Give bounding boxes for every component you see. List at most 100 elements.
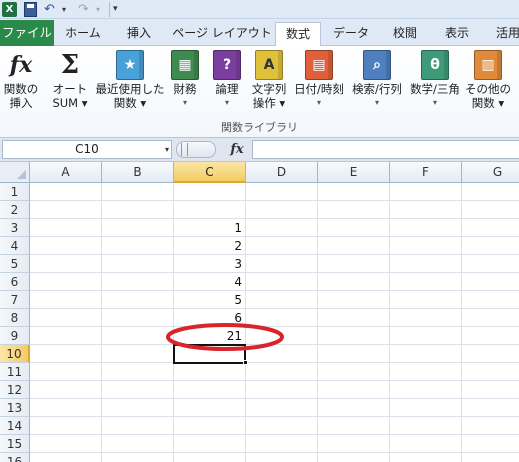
undo-dropdown-icon[interactable]: ▾ xyxy=(62,2,70,17)
formula-bar-resize-handle[interactable] xyxy=(176,141,216,158)
row-header-14[interactable]: 14 xyxy=(0,417,30,435)
row-header-13[interactable]: 13 xyxy=(0,399,30,417)
name-box-value: C10 xyxy=(75,142,99,156)
recently-used-label-2: 関数 ▾ xyxy=(113,96,147,110)
date-time-button[interactable]: ▤ 日付/時刻 ▾ xyxy=(292,50,346,110)
column-header-c[interactable]: C xyxy=(174,162,246,183)
active-cell-border[interactable] xyxy=(173,344,246,364)
cell-c5[interactable]: 3 xyxy=(174,255,246,273)
sigma-icon: Σ xyxy=(60,50,80,80)
more-functions-label-1: その他の xyxy=(465,82,511,96)
row-header-3[interactable]: 3 xyxy=(0,219,30,237)
undo-icon[interactable]: ↶ xyxy=(44,2,58,17)
row-gridline xyxy=(30,308,519,309)
financial-label: 財務 xyxy=(173,82,197,96)
math-trig-label: 数学/三角 xyxy=(410,82,460,96)
row-header-4[interactable]: 4 xyxy=(0,237,30,255)
row-header-16[interactable]: 16 xyxy=(0,453,30,462)
cell-c8[interactable]: 6 xyxy=(174,309,246,327)
row-header-11[interactable]: 11 xyxy=(0,363,30,381)
tab-home[interactable]: ホーム xyxy=(60,22,106,46)
cell-c9[interactable]: 21 xyxy=(174,327,246,345)
row-header-7[interactable]: 7 xyxy=(0,291,30,309)
row-gridline xyxy=(30,254,519,255)
row-header-9[interactable]: 9 xyxy=(0,327,30,345)
column-header-g[interactable]: G xyxy=(462,162,519,183)
name-box-dropdown-icon[interactable]: ▾ xyxy=(165,141,169,158)
theta-book-icon: θ xyxy=(421,50,449,80)
tab-page-layout[interactable]: ページ レイアウト xyxy=(172,22,272,46)
tab-view[interactable]: 表示 xyxy=(436,22,478,46)
recently-used-button[interactable]: ★ 最近使用した 関数 ▾ xyxy=(94,50,166,110)
insert-function-fx-button[interactable]: fx xyxy=(222,141,252,158)
row-gridline xyxy=(30,380,519,381)
row-gridline xyxy=(30,452,519,453)
row-header-6[interactable]: 6 xyxy=(0,273,30,291)
column-gridline xyxy=(317,183,318,462)
more-functions-button[interactable]: ▥ その他の 関数 ▾ xyxy=(464,50,512,110)
tab-review[interactable]: 校閲 xyxy=(384,22,426,46)
autosum-button[interactable]: Σ オート SUM ▾ xyxy=(48,50,92,110)
star-book-icon: ★ xyxy=(116,50,144,80)
cell-c6[interactable]: 4 xyxy=(174,273,246,291)
lookup-reference-label: 検索/行列 xyxy=(352,82,402,96)
text-book-icon: A xyxy=(255,50,283,80)
insert-function-label-1: 関数の xyxy=(3,82,39,96)
text-label-2: 操作 ▾ xyxy=(252,96,286,110)
text-button[interactable]: A 文字列 操作 ▾ xyxy=(247,50,291,110)
column-header-e[interactable]: E xyxy=(318,162,390,183)
tab-insert[interactable]: 挿入 xyxy=(118,22,160,46)
column-header-f[interactable]: F xyxy=(390,162,462,183)
column-header-b[interactable]: B xyxy=(102,162,174,183)
row-header-8[interactable]: 8 xyxy=(0,309,30,327)
row-gridline xyxy=(30,236,519,237)
excel-logo-icon[interactable]: X xyxy=(2,2,17,17)
logical-button[interactable]: ? 論理 ▾ xyxy=(210,50,244,110)
tab-data[interactable]: データ xyxy=(328,22,374,46)
question-book-icon: ? xyxy=(213,50,241,80)
column-header-a[interactable]: A xyxy=(30,162,102,183)
formula-bar: C10 ▾ fx xyxy=(0,138,519,162)
row-header-10[interactable]: 10 xyxy=(0,345,30,363)
tab-utilize[interactable]: 活用 xyxy=(488,22,519,46)
row-gridline xyxy=(30,398,519,399)
cell-c3[interactable]: 1 xyxy=(174,219,246,237)
row-gridline xyxy=(30,416,519,417)
customize-toolbar-icon[interactable]: ▾ xyxy=(113,2,123,17)
column-gridline xyxy=(461,183,462,462)
formula-input[interactable] xyxy=(252,140,519,159)
lookup-reference-dropdown: ▾ xyxy=(374,98,379,107)
toolbar-divider xyxy=(109,2,110,17)
row-gridline xyxy=(30,434,519,435)
row-header-1[interactable]: 1 xyxy=(0,183,30,201)
lookup-reference-button[interactable]: ⌕ 検索/行列 ▾ xyxy=(348,50,406,110)
row-header-15[interactable]: 15 xyxy=(0,435,30,453)
tab-file[interactable]: ファイル xyxy=(0,20,54,46)
name-box[interactable]: C10 ▾ xyxy=(2,140,172,159)
redo-icon[interactable]: ↷ xyxy=(78,2,92,17)
row-header-12[interactable]: 12 xyxy=(0,381,30,399)
function-library-group-label: 関数ライブラリ xyxy=(221,121,298,134)
row-header-5[interactable]: 5 xyxy=(0,255,30,273)
save-icon[interactable] xyxy=(24,2,37,17)
cell-c7[interactable]: 5 xyxy=(174,291,246,309)
redo-dropdown-icon[interactable]: ▾ xyxy=(96,2,104,17)
financial-button[interactable]: ▦ 財務 ▾ xyxy=(168,50,202,110)
tab-formulas[interactable]: 数式 xyxy=(275,22,321,47)
recently-used-label-1: 最近使用した xyxy=(95,82,165,96)
autosum-label-1: オート xyxy=(52,82,88,96)
row-gridline xyxy=(30,218,519,219)
row-gridline xyxy=(30,344,519,345)
fill-handle[interactable] xyxy=(243,360,248,365)
row-header-2[interactable]: 2 xyxy=(0,201,30,219)
select-all-button[interactable] xyxy=(0,162,30,183)
logical-label: 論理 xyxy=(215,82,239,96)
insert-function-button[interactable]: fx 関数の 挿入 xyxy=(0,50,42,110)
worksheet-grid[interactable]: A B C D E F G 1 2 3 4 5 6 7 8 9 10 11 12 13 14 15 16 1 2 3 4 5 6 21 xyxy=(0,162,519,462)
ribbon-tab-bar: ファイル ホーム 挿入 ページ レイアウト 数式 データ 校閲 表示 活用 xyxy=(0,19,519,47)
cell-c4[interactable]: 2 xyxy=(174,237,246,255)
column-header-d[interactable]: D xyxy=(246,162,318,183)
magnifier-book-icon: ⌕ xyxy=(363,50,391,80)
math-trig-button[interactable]: θ 数学/三角 ▾ xyxy=(407,50,463,110)
insert-function-label-2: 挿入 xyxy=(9,96,33,110)
